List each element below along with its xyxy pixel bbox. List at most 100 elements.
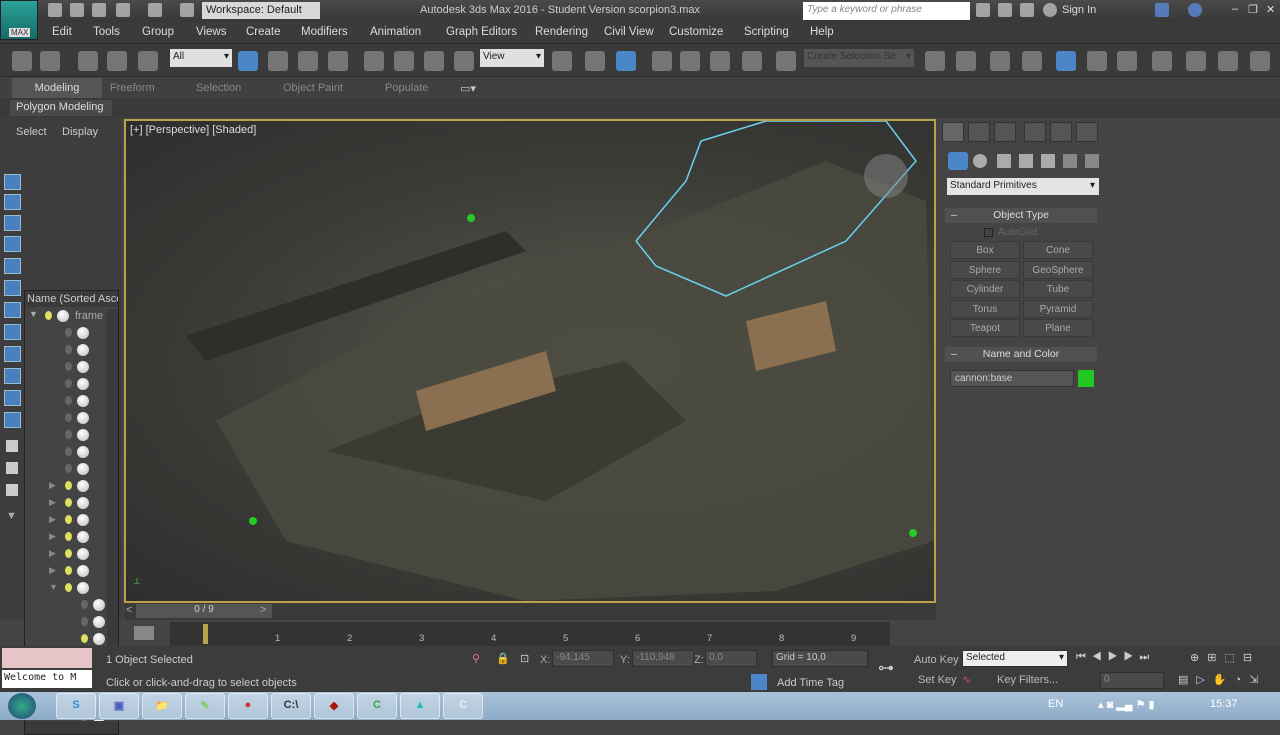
current-frame-input[interactable]: 0 [1100, 672, 1164, 689]
visibility-bulb-icon[interactable] [65, 549, 72, 558]
systems-icon[interactable] [1085, 154, 1099, 168]
display-invert-icon[interactable] [6, 484, 18, 496]
percent-snap-icon[interactable] [710, 51, 730, 71]
scene-tab-display[interactable]: Display [62, 126, 98, 138]
maxscript-listener[interactable] [2, 648, 92, 668]
tree-row[interactable]: ▶ [25, 529, 105, 546]
autogrid-checkbox[interactable] [984, 228, 993, 237]
menu-edit[interactable]: Edit [52, 26, 72, 38]
lock-selection-icon[interactable]: 🔒 [496, 652, 510, 665]
angle-snap-icon[interactable] [680, 51, 700, 71]
time-tag-icon[interactable] [751, 674, 767, 690]
visibility-bulb-icon[interactable] [65, 583, 72, 592]
expand-icon[interactable]: ▶ [49, 565, 56, 576]
visibility-bulb-icon[interactable] [65, 464, 72, 473]
render-setup-icon[interactable] [1186, 51, 1206, 71]
tree-row[interactable] [25, 427, 105, 444]
shapes-icon[interactable] [973, 154, 987, 168]
binoculars-icon[interactable] [976, 3, 990, 17]
maxscript-output[interactable]: Welcome to M [2, 670, 92, 688]
box-button[interactable]: Box [950, 241, 1020, 259]
menu-tools[interactable]: Tools [93, 26, 120, 38]
timeline-ruler[interactable]: 1 2 3 4 5 6 7 8 9 [170, 622, 890, 646]
viewport-label[interactable]: [+] [Perspective] [Shaded] [130, 124, 256, 136]
visibility-bulb-icon[interactable] [65, 447, 72, 456]
visibility-bulb-icon[interactable] [81, 600, 88, 609]
align-icon[interactable] [956, 51, 976, 71]
ribbon-tab-modeling[interactable]: Modeling [12, 78, 102, 98]
restore-icon[interactable]: ❐ [1248, 3, 1258, 16]
key-filters-button[interactable]: Key Filters... [997, 674, 1058, 686]
key-mode-dropdown[interactable]: Selected ▾ [962, 650, 1068, 667]
ribbon-tab-selection[interactable]: Selection [196, 82, 241, 94]
named-selection-set-dropdown[interactable]: Create Selection Se [804, 49, 914, 67]
perspective-viewport[interactable]: [+] [Perspective] [Shaded] ⟂ [124, 119, 936, 603]
add-time-tag-button[interactable]: Add Time Tag [777, 677, 844, 689]
placement-icon[interactable] [454, 51, 474, 71]
set-key-button[interactable]: Set Key [918, 674, 957, 686]
visibility-bulb-icon[interactable] [65, 515, 72, 524]
visibility-bulb-icon[interactable] [65, 566, 72, 575]
menu-customize[interactable]: Customize [669, 26, 723, 38]
viewport-navigation-controls[interactable]: ⊕⊞⬚⊟ [1190, 651, 1260, 664]
snaps-toggle-icon[interactable] [652, 51, 672, 71]
scene-tab-select[interactable]: Select [16, 126, 47, 138]
display-all-icon[interactable] [6, 440, 18, 452]
auto-key-button[interactable]: Auto Key [914, 654, 959, 666]
display-lights-icon[interactable] [4, 215, 21, 231]
curve-editor-icon[interactable] [1087, 51, 1107, 71]
material-editor-icon[interactable] [1152, 51, 1172, 71]
menu-help[interactable]: Help [810, 26, 834, 38]
menu-create[interactable]: Create [246, 26, 281, 38]
sphere-button[interactable]: Sphere [950, 261, 1020, 279]
isolate-icon[interactable]: ⚲ [472, 652, 480, 665]
display-frozen-icon[interactable] [4, 390, 21, 406]
display-containers-icon[interactable] [4, 368, 21, 384]
visibility-bulb-icon[interactable] [65, 481, 72, 490]
tray-icons[interactable]: ▴ ◙ ▂▄ ⚑ ▮ [1098, 698, 1155, 711]
mini-curve-editor-icon[interactable] [134, 626, 154, 640]
select-by-name-icon[interactable] [268, 51, 288, 71]
tree-row[interactable] [25, 325, 105, 342]
geosphere-button[interactable]: GeoSphere [1023, 261, 1093, 279]
lights-icon[interactable] [997, 154, 1011, 168]
taskbar-app[interactable]: C:\ [271, 693, 311, 719]
display-bones-icon[interactable] [4, 346, 21, 362]
create-tab-icon[interactable] [942, 122, 964, 142]
tree-row[interactable] [25, 410, 105, 427]
menu-animation[interactable]: Animation [370, 26, 421, 38]
tree-row[interactable]: ▼ [25, 580, 105, 597]
display-cameras-icon[interactable] [4, 236, 21, 252]
visibility-bulb-icon[interactable] [65, 379, 72, 388]
ribbon-tab-object-paint[interactable]: Object Paint [283, 82, 343, 94]
exchange-icon[interactable] [1155, 3, 1169, 17]
layers-icon[interactable] [1022, 51, 1042, 71]
tree-row[interactable]: ▶ [25, 546, 105, 563]
expand-icon[interactable]: ▶ [49, 497, 56, 508]
helpers-icon[interactable] [1041, 154, 1055, 168]
transform-mode-icon[interactable]: ⊡ [520, 652, 529, 665]
rectangular-selection-icon[interactable] [298, 51, 318, 71]
object-color-swatch[interactable] [1078, 370, 1094, 387]
tree-horizontal-scrollbar[interactable] [25, 721, 118, 734]
save-icon[interactable] [92, 3, 106, 17]
menu-views[interactable]: Views [196, 26, 226, 38]
space-warps-icon[interactable] [1063, 154, 1077, 168]
redo-icon[interactable] [148, 3, 162, 17]
menu-graph-editors[interactable]: Graph Editors [446, 26, 517, 38]
link-icon[interactable] [78, 51, 98, 71]
key-tangent-icon[interactable]: ∿ [962, 673, 971, 686]
unlink-icon[interactable] [107, 51, 127, 71]
primitive-category-dropdown[interactable]: Standard Primitives ▾ [947, 178, 1099, 195]
scale-icon[interactable] [424, 51, 444, 71]
tree-row[interactable]: ▶ [25, 478, 105, 495]
menu-modifiers[interactable]: Modifiers [301, 26, 348, 38]
taskbar-app[interactable]: C [357, 693, 397, 719]
menu-civil-view[interactable]: Civil View [604, 26, 654, 38]
language-indicator[interactable]: EN [1048, 698, 1063, 710]
visibility-bulb-icon[interactable] [65, 498, 72, 507]
layer-explorer-icon[interactable] [990, 51, 1010, 71]
display-groups-icon[interactable] [4, 302, 21, 318]
visibility-bulb-icon[interactable] [81, 634, 88, 643]
visibility-bulb-icon[interactable] [65, 362, 72, 371]
